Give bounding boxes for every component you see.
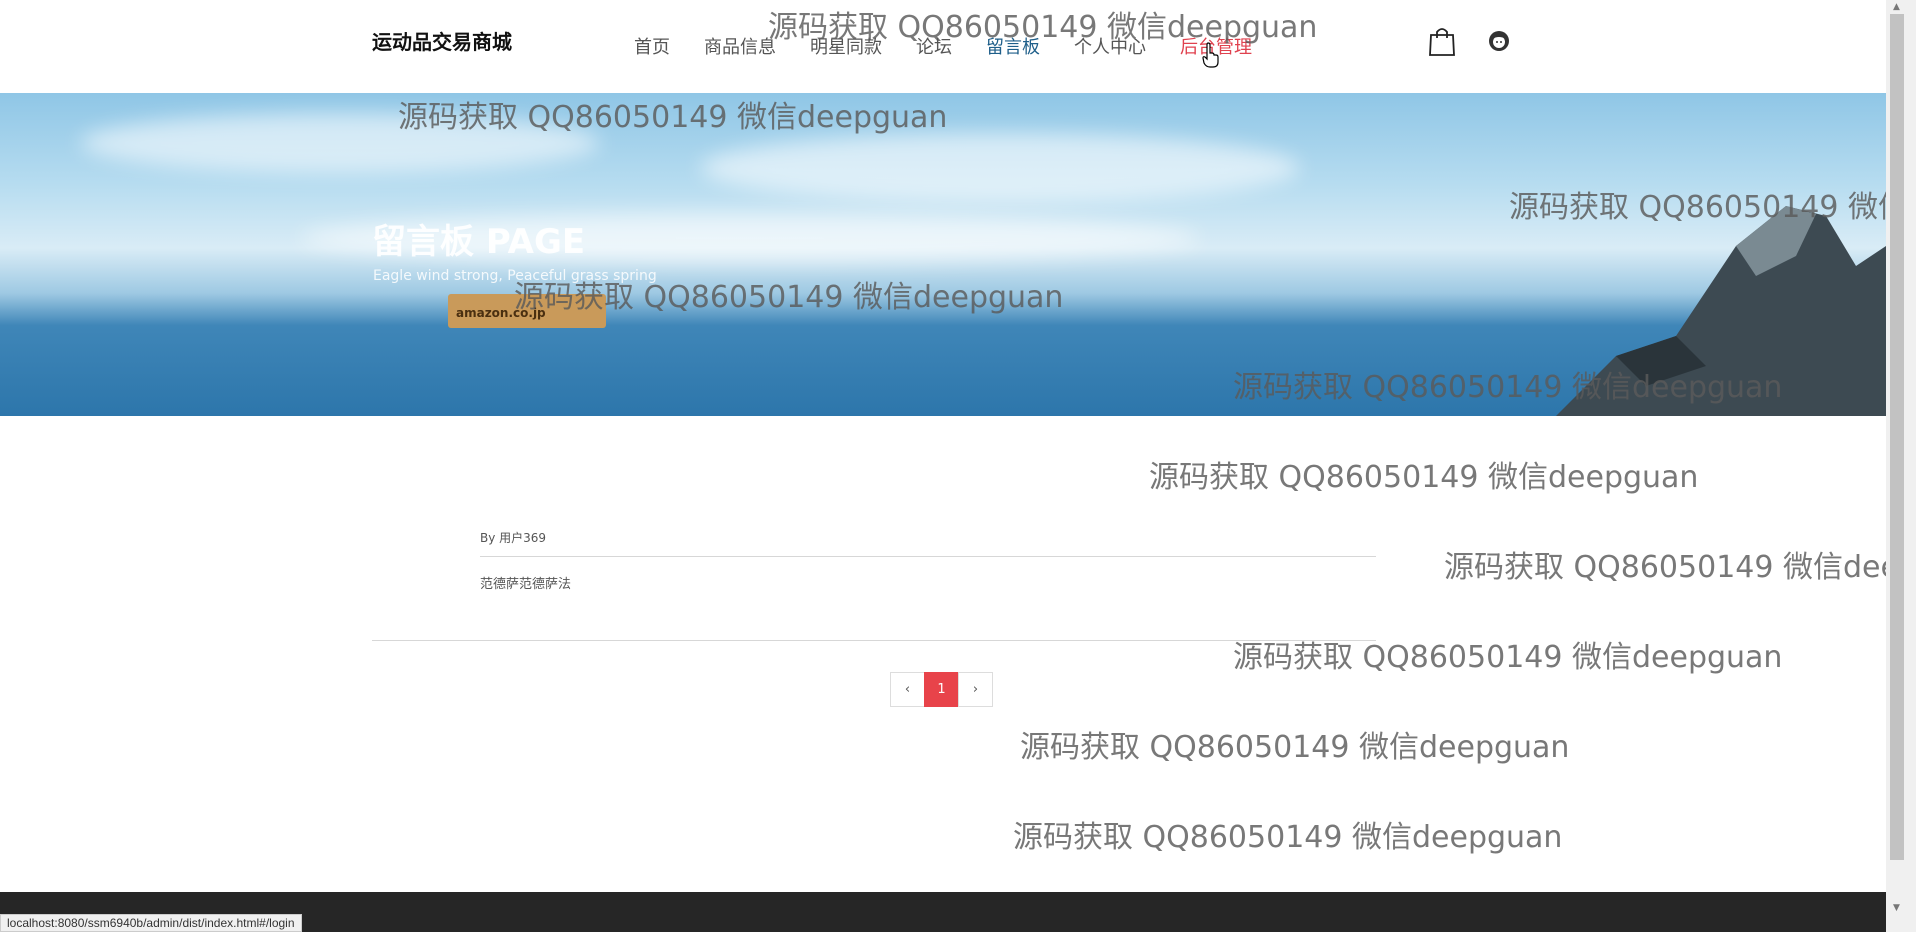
pagination: ‹ 1 › xyxy=(890,672,993,707)
watermark-text: 源码获取 QQ86050149 微信deepguan xyxy=(1233,640,1783,675)
post-content: 范德萨范德萨法 xyxy=(480,577,572,592)
viewport: 运动品交易商城 首页 商品信息 明星同款 论坛 留言板 个人中心 后台管理 am… xyxy=(0,0,1886,932)
page-subtitle: Eagle wind strong, Peaceful grass spring xyxy=(373,268,657,284)
scroll-down-arrow-icon[interactable]: ▼ xyxy=(1893,903,1900,913)
nav-item-forum[interactable]: 论坛 xyxy=(916,33,952,59)
mountain-graphic xyxy=(1556,206,1886,416)
scroll-up-arrow-icon[interactable]: ▲ xyxy=(1893,2,1900,12)
scrollbar-thumb[interactable] xyxy=(1890,14,1904,860)
divider xyxy=(480,556,1376,557)
post-author: By 用户369 xyxy=(480,531,547,545)
site-brand[interactable]: 运动品交易商城 xyxy=(372,26,512,55)
site-header: 运动品交易商城 首页 商品信息 明星同款 论坛 留言板 个人中心 后台管理 xyxy=(0,0,1886,93)
nav-item-products[interactable]: 商品信息 xyxy=(704,33,776,59)
watermark-text: 源码获取 QQ86050149 微信deepguan xyxy=(1149,460,1699,495)
page-banner xyxy=(0,93,1886,416)
page-title: 留言板 PAGE xyxy=(372,222,586,262)
watermark-text: 源码获取 QQ86050149 微信deepguan xyxy=(1444,550,1886,585)
nav-item-personal-center[interactable]: 个人中心 xyxy=(1074,33,1146,59)
watermark-text: 源码获取 QQ86050149 微信deepguan xyxy=(1013,820,1563,855)
prev-page-button[interactable]: ‹ xyxy=(890,672,925,707)
box-label: amazon.co.jp xyxy=(456,306,546,320)
cloud-shape xyxy=(80,113,600,173)
main-nav: 首页 商品信息 明星同款 论坛 留言板 个人中心 后台管理 xyxy=(634,33,1286,59)
divider xyxy=(372,640,1376,641)
next-page-button[interactable]: › xyxy=(958,672,993,707)
page-number-button[interactable]: 1 xyxy=(924,672,959,707)
user-avatar-icon[interactable] xyxy=(1487,29,1511,53)
shopping-bag-icon[interactable] xyxy=(1428,26,1456,56)
nav-item-celebrity[interactable]: 明星同款 xyxy=(810,33,882,59)
watermark-text: 源码获取 QQ86050149 微信deepguan xyxy=(1020,730,1570,765)
hand-cursor-icon xyxy=(1202,42,1219,68)
nav-item-message-board[interactable]: 留言板 xyxy=(986,33,1040,59)
cloud-shape xyxy=(700,133,1300,203)
browser-status-bar: localhost:8080/ssm6940b/admin/dist/index… xyxy=(0,914,302,932)
nav-item-home[interactable]: 首页 xyxy=(634,33,670,59)
